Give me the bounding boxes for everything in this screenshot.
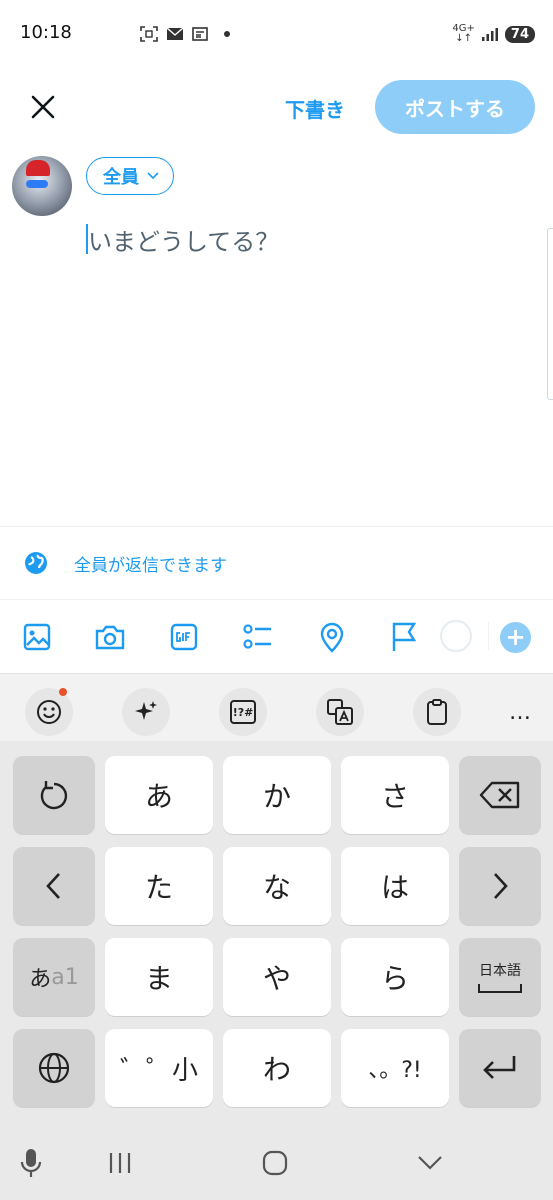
recent-apps-icon — [109, 1153, 131, 1173]
chevron-down-icon — [418, 1156, 442, 1170]
home-button[interactable] — [255, 1146, 295, 1180]
camera-icon — [95, 625, 125, 650]
flag-button[interactable] — [389, 621, 421, 653]
flag-icon — [392, 622, 417, 651]
close-button[interactable] — [24, 88, 62, 126]
chevron-left-icon — [46, 873, 60, 899]
kana-key-sa[interactable]: さ — [341, 756, 449, 834]
chevron-down-icon — [147, 172, 159, 180]
mode-label-alnum: a1 — [51, 964, 79, 990]
more-button[interactable]: … — [496, 688, 544, 736]
keyboard-toolbar: !?# … — [0, 673, 553, 741]
undo-icon — [40, 781, 68, 810]
enter-icon — [483, 1056, 516, 1079]
santa-hat — [26, 160, 50, 176]
kana-key-wa[interactable]: わ — [223, 1029, 331, 1107]
kana-key-na[interactable]: な — [223, 847, 331, 925]
space-key[interactable]: 日本語 — [459, 938, 541, 1016]
media-button[interactable] — [21, 621, 53, 653]
cursor-left-key[interactable] — [13, 847, 95, 925]
language-switch-key[interactable] — [13, 1029, 95, 1107]
space-icon — [478, 984, 522, 993]
kana-key-ya[interactable]: や — [223, 938, 331, 1016]
poll-icon — [243, 624, 271, 649]
battery-level: 74 — [504, 25, 535, 43]
scrollbar[interactable] — [547, 228, 553, 400]
kana-key-ta[interactable]: た — [105, 847, 213, 925]
character-counter — [440, 620, 472, 652]
image-icon — [23, 623, 51, 651]
ai-tools-button[interactable] — [122, 688, 170, 736]
translate-button[interactable] — [316, 688, 364, 736]
more-icon: … — [509, 699, 531, 725]
audience-selector[interactable]: 全員 — [86, 157, 174, 195]
chevron-right-icon — [494, 873, 508, 899]
emoji-button[interactable] — [25, 688, 73, 736]
globe-icon — [25, 552, 47, 574]
recent-apps-button[interactable] — [100, 1146, 140, 1180]
home-icon — [262, 1150, 288, 1176]
gif-icon — [170, 623, 198, 651]
location-button[interactable] — [316, 621, 348, 653]
gif-button[interactable] — [168, 621, 200, 653]
camera-button[interactable] — [94, 621, 126, 653]
mode-label-kana: あ — [29, 967, 52, 992]
mail-icon — [166, 27, 184, 40]
keyboard: あ か さ た な は あ a1 ま や ら 日本語 ゛゜小 わ 、。?! — [0, 741, 553, 1126]
more-notifications-dot — [224, 31, 230, 37]
status-bar: 10:18 4G+ ↓↑ 74 — [0, 0, 553, 66]
notification-icons — [140, 26, 230, 42]
hide-keyboard-button[interactable] — [410, 1146, 450, 1180]
clipboard-button[interactable] — [413, 688, 461, 736]
location-pin-icon — [320, 622, 344, 653]
clipboard-icon — [427, 699, 447, 725]
undo-key[interactable] — [13, 756, 95, 834]
divider — [0, 599, 553, 600]
voice-input-button[interactable] — [11, 1146, 51, 1180]
reply-setting-label: 全員が返信できます — [74, 556, 227, 576]
navigation-bar — [0, 1126, 553, 1200]
enter-key[interactable] — [459, 1029, 541, 1107]
avatar — [12, 156, 72, 216]
backspace-key[interactable] — [459, 756, 541, 834]
notification-dot — [59, 688, 67, 696]
toolbar-separator — [488, 622, 489, 650]
kana-key-ma[interactable]: ま — [105, 938, 213, 1016]
system-icons: 4G+ ↓↑ 74 — [452, 24, 535, 44]
symbols-button[interactable]: !?# — [219, 688, 267, 736]
dakuten-small-key[interactable]: ゛゜小 — [105, 1029, 213, 1107]
poll-button[interactable] — [242, 621, 274, 653]
screenshot-icon — [140, 26, 158, 42]
status-time: 10:18 — [20, 22, 72, 43]
microphone-icon — [20, 1149, 42, 1177]
globe-icon — [38, 1052, 70, 1084]
network-arrows: ↓↑ — [455, 33, 473, 44]
avatar-visor — [26, 180, 48, 188]
cursor-right-key[interactable] — [459, 847, 541, 925]
translate-icon — [327, 699, 353, 725]
symbols-label: !?# — [232, 705, 254, 719]
compose-input[interactable]: いまどうしてる？ — [88, 222, 279, 257]
audience-label: 全員 — [103, 167, 139, 188]
backspace-icon — [479, 781, 520, 809]
emoji-icon — [37, 700, 61, 724]
close-icon — [31, 95, 55, 119]
mode-switch-key[interactable]: あ a1 — [13, 938, 95, 1016]
kana-key-ha[interactable]: は — [341, 847, 449, 925]
drafts-button[interactable]: 下書き — [285, 94, 345, 123]
language-label: 日本語 — [479, 963, 521, 979]
sparkle-icon — [135, 701, 157, 720]
news-icon — [192, 27, 208, 41]
kana-key-a[interactable]: あ — [105, 756, 213, 834]
add-post-button[interactable]: + — [500, 622, 531, 653]
kana-key-ka[interactable]: か — [223, 756, 331, 834]
reply-setting[interactable]: 全員が返信できます — [0, 527, 553, 599]
signal-icon — [481, 28, 498, 41]
post-button[interactable]: ポストする — [375, 80, 535, 134]
punctuation-key[interactable]: 、。?! — [341, 1029, 449, 1107]
network-indicator: 4G+ ↓↑ — [452, 24, 475, 44]
kana-key-ra[interactable]: ら — [341, 938, 449, 1016]
